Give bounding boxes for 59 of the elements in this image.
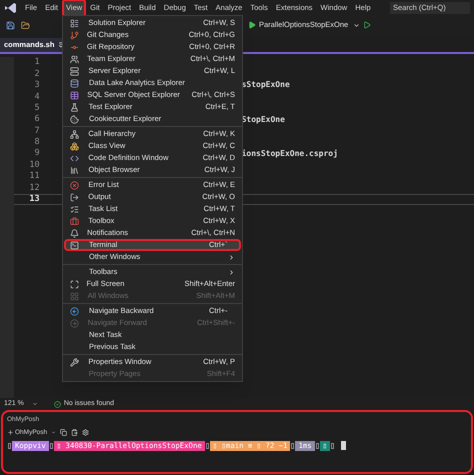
folder-icon[interactable]: [21, 20, 30, 30]
line-number: 9: [33, 147, 40, 160]
briefcase-icon: [70, 216, 79, 226]
glyph-icon: [8, 442, 11, 449]
forward-icon: [70, 318, 79, 328]
server-icon: [70, 66, 79, 76]
play-icon: [248, 21, 256, 29]
glyph-icon: [50, 442, 53, 449]
cookie-icon: [70, 114, 79, 124]
line-number: 2: [33, 68, 40, 80]
flask-icon: [70, 102, 79, 112]
glyph-icon: [331, 442, 334, 449]
line-number: 13: [28, 193, 40, 206]
table-icon: [70, 90, 79, 100]
pin-icon[interactable]: [58, 42, 64, 48]
save-icon[interactable]: [6, 20, 15, 30]
back-icon: [70, 306, 79, 316]
terminal-icon: [70, 240, 79, 250]
database-icon: [70, 78, 79, 88]
glyph-icon: [206, 442, 209, 449]
line-number: 6: [33, 113, 40, 126]
code-icon: [70, 154, 79, 162]
line-number: 3: [33, 79, 40, 92]
line-number: 12: [28, 182, 40, 194]
circle-x-icon: [70, 180, 79, 190]
checklist-icon: [70, 204, 79, 214]
play-outline-icon[interactable]: [363, 21, 372, 29]
code-text: StopExOne: [242, 114, 285, 126]
glyph-icon: [291, 442, 294, 449]
users-icon: [70, 54, 79, 64]
line-number: 10: [28, 158, 40, 172]
grid-icon: [70, 292, 79, 300]
boxes-icon: [70, 142, 79, 150]
bell-icon: [70, 228, 79, 238]
check-icon: [54, 400, 61, 408]
settings-icon[interactable]: [82, 429, 90, 436]
code-text: sStopExOne: [242, 79, 290, 92]
logo-icon: [4, 3, 16, 13]
git-branch-icon: [70, 30, 79, 40]
wrench-icon: [70, 358, 79, 366]
line-number: 1: [33, 56, 40, 70]
line-number: 8: [33, 136, 40, 148]
line-number: 7: [33, 124, 40, 138]
glyph-icon: [316, 442, 319, 449]
cursor: [341, 441, 346, 450]
copy-icon[interactable]: [60, 429, 68, 436]
line-number: 11: [28, 170, 40, 183]
code-text: ionsStopExOne.csproj: [242, 148, 338, 160]
dropdown-icon[interactable]: [353, 22, 360, 28]
plus-icon: [7, 429, 14, 436]
paste-icon[interactable]: [71, 429, 78, 436]
output-icon: [70, 192, 79, 202]
line-number: 4: [33, 90, 40, 104]
list-icon: [70, 18, 79, 28]
line-number: 5: [33, 102, 40, 114]
library-icon: [70, 166, 79, 174]
maximize-icon: [70, 280, 79, 288]
dropdown-icon[interactable]: [51, 430, 56, 436]
network-icon: [70, 130, 79, 138]
